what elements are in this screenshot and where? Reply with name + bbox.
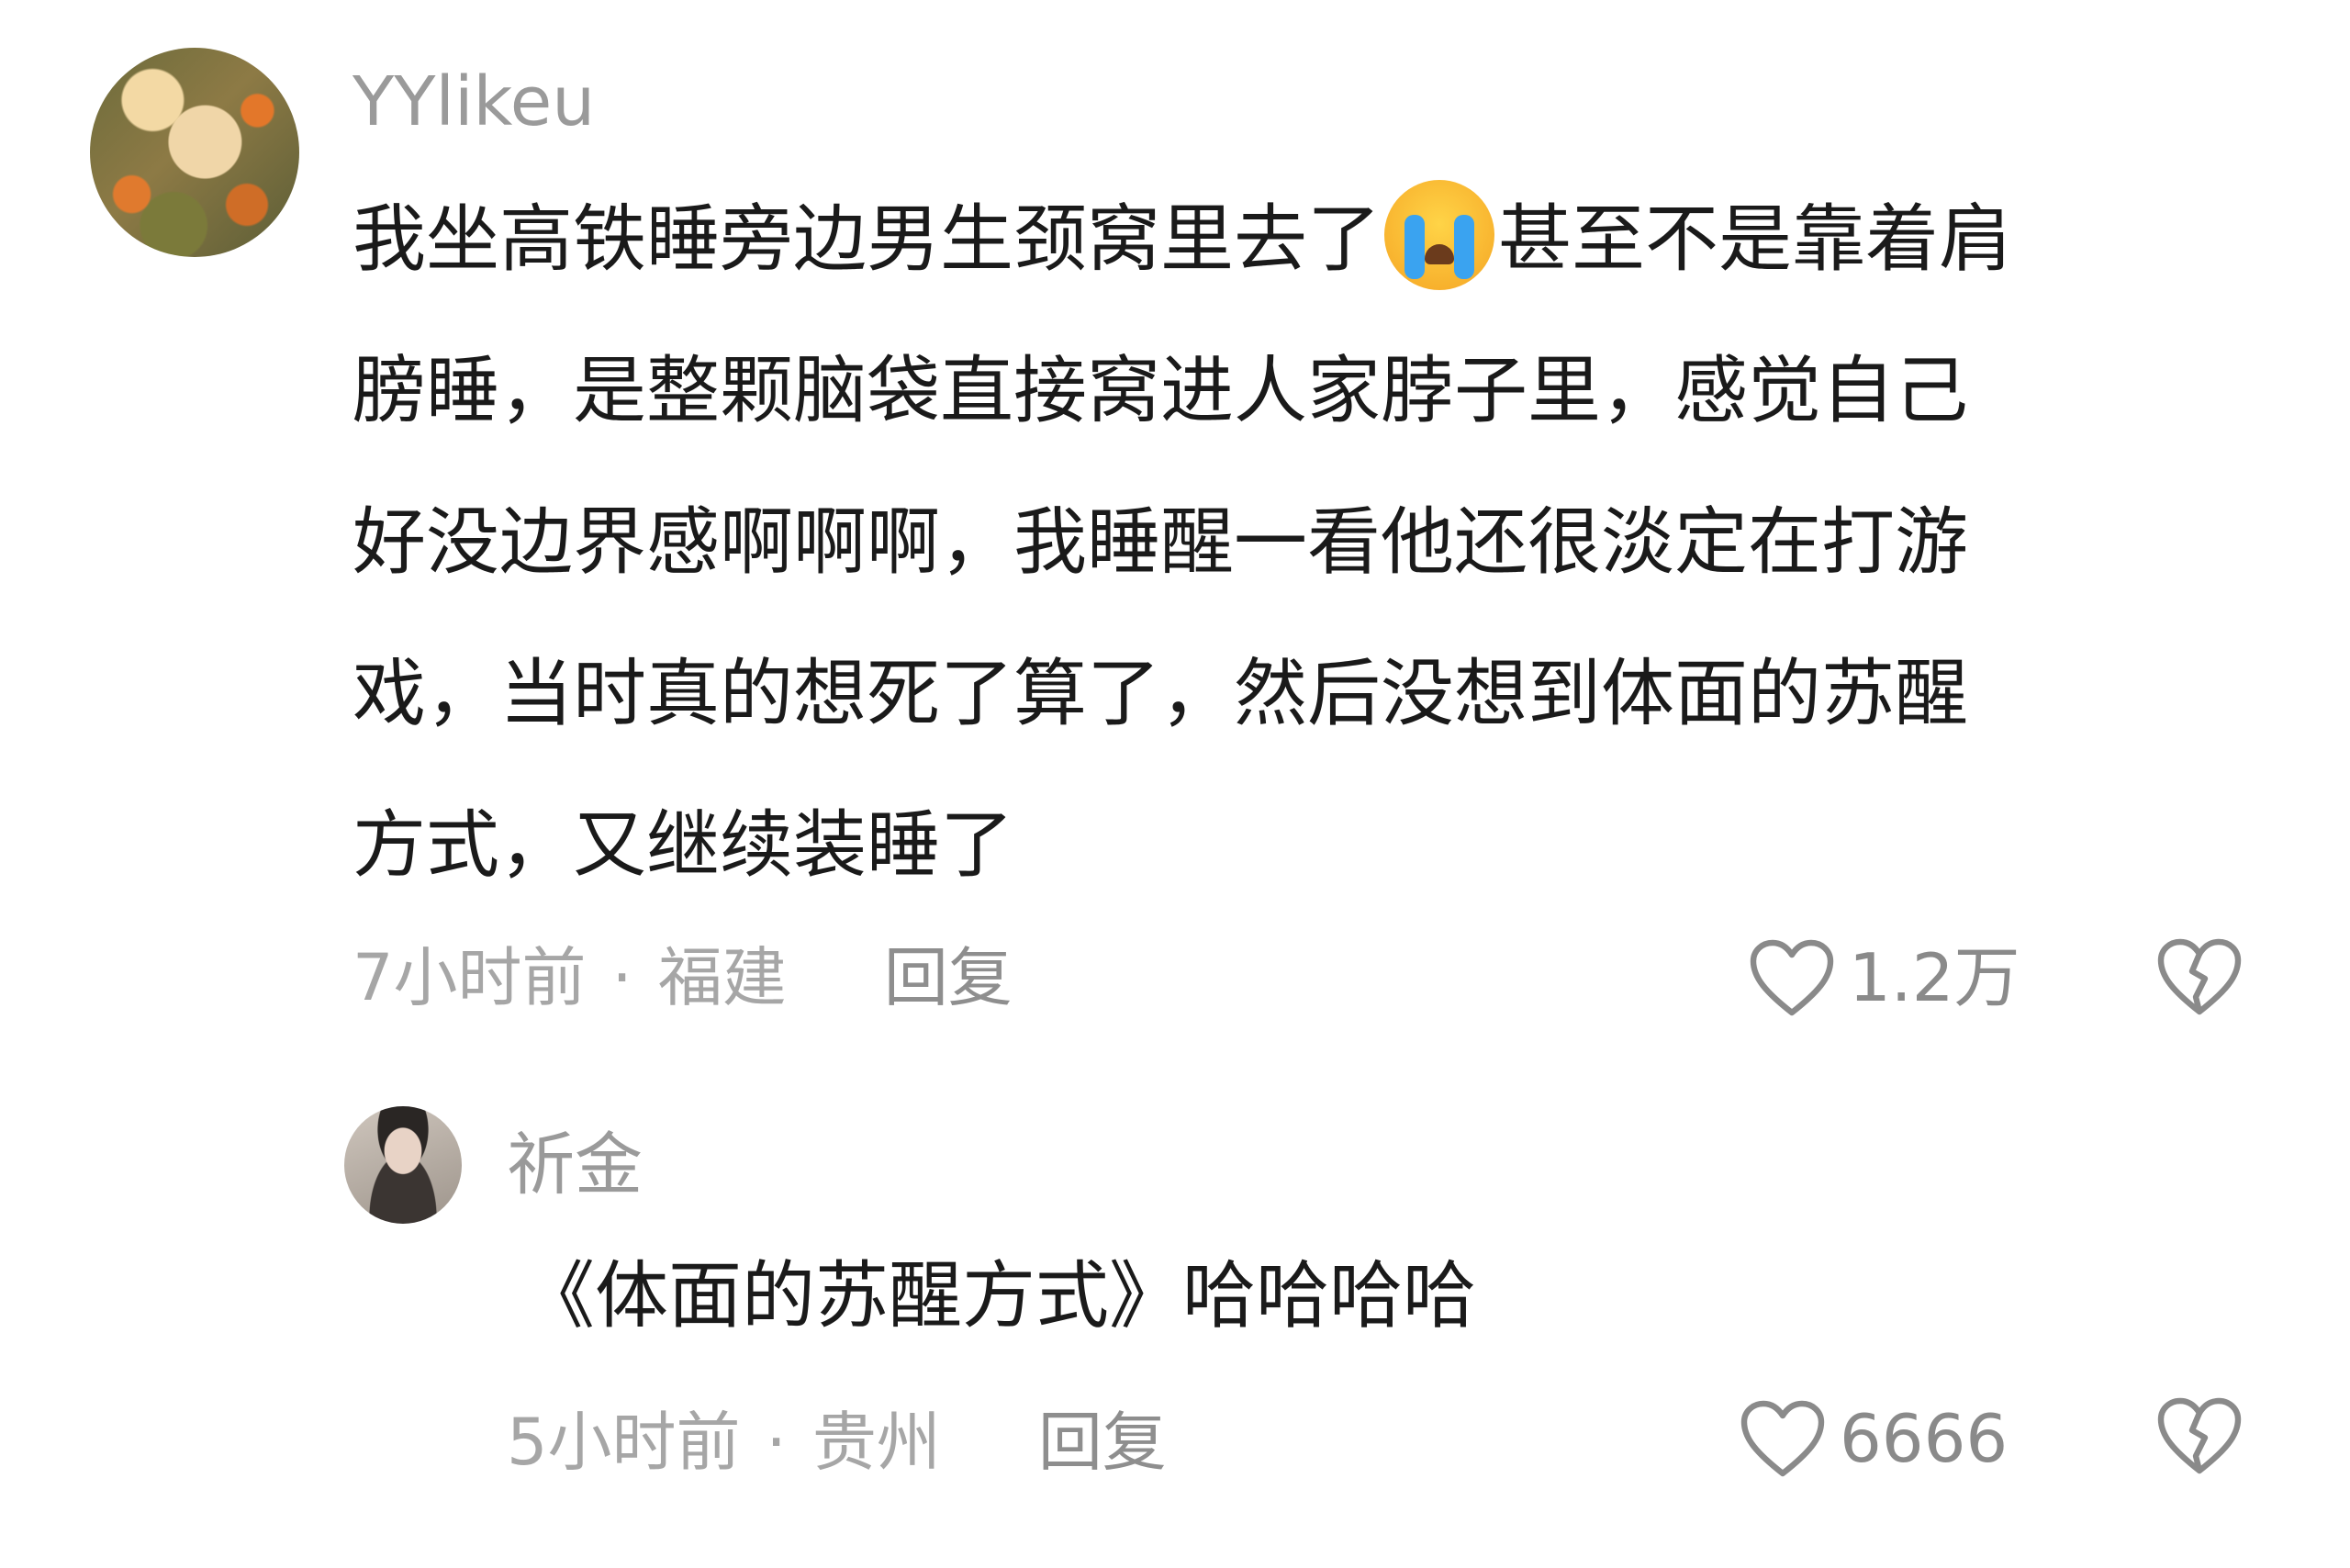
reply-dislike-button[interactable]: [2155, 1394, 2244, 1482]
meta-separator: ·: [766, 1405, 787, 1480]
comment-meta: 7小时前 · 福建 回复: [352, 946, 1013, 1010]
reply-like-count: 6666: [1840, 1400, 2009, 1477]
reply-time: 5小时前: [507, 1405, 741, 1480]
comment-reply-button[interactable]: 回复: [884, 946, 1013, 1010]
reply-text: 《体面的苏醒方式》哈哈哈哈: [521, 1253, 1476, 1338]
comment-line-2: 膀睡，是整颗脑袋直接窝进人家脖子里，感觉自己: [352, 348, 1968, 433]
reply-meta: 5小时前 · 贵州 回复: [507, 1410, 1167, 1474]
reply-reply-button[interactable]: 回复: [1038, 1410, 1167, 1474]
comment-line-3: 好没边界感啊啊啊，我睡醒一看他还很淡定在打游: [352, 499, 1968, 585]
heart-outline-icon: [1740, 1400, 1825, 1477]
broken-heart-icon: [2157, 1397, 2242, 1474]
replier-username[interactable]: 祈金: [507, 1131, 643, 1199]
crying-face-icon: [1384, 180, 1494, 290]
comment-like-button[interactable]: 1.2万: [1748, 936, 2020, 1019]
commenter-username[interactable]: YYlikeu: [352, 68, 595, 136]
comment-dislike-button[interactable]: [2155, 935, 2244, 1023]
replier-avatar[interactable]: [344, 1106, 462, 1224]
heart-outline-icon: [1750, 939, 1834, 1016]
reply-location: 贵州: [811, 1405, 941, 1480]
comment-time: 7小时前: [352, 940, 587, 1015]
broken-heart-icon: [2157, 938, 2242, 1015]
comment-line-4: 戏，当时真的想死了算了，然后没想到体面的苏醒: [352, 651, 1968, 736]
comment-line-5: 方式，又继续装睡了: [352, 802, 1013, 888]
comment-text: 我坐高铁睡旁边男生颈窝里去了 甚至不是靠着肩 膀睡，是整颗脑袋直接窝进人家脖子里，…: [352, 163, 2299, 921]
comment-line-1: 我坐高铁睡旁边男生颈窝里去了 甚至不是靠着肩: [352, 163, 2299, 315]
comment-like-count: 1.2万: [1849, 939, 2020, 1016]
comment-location: 福建: [657, 940, 787, 1015]
reply-like-button[interactable]: 6666: [1739, 1397, 2008, 1480]
commenter-avatar[interactable]: [90, 48, 299, 257]
meta-separator: ·: [611, 940, 632, 1015]
